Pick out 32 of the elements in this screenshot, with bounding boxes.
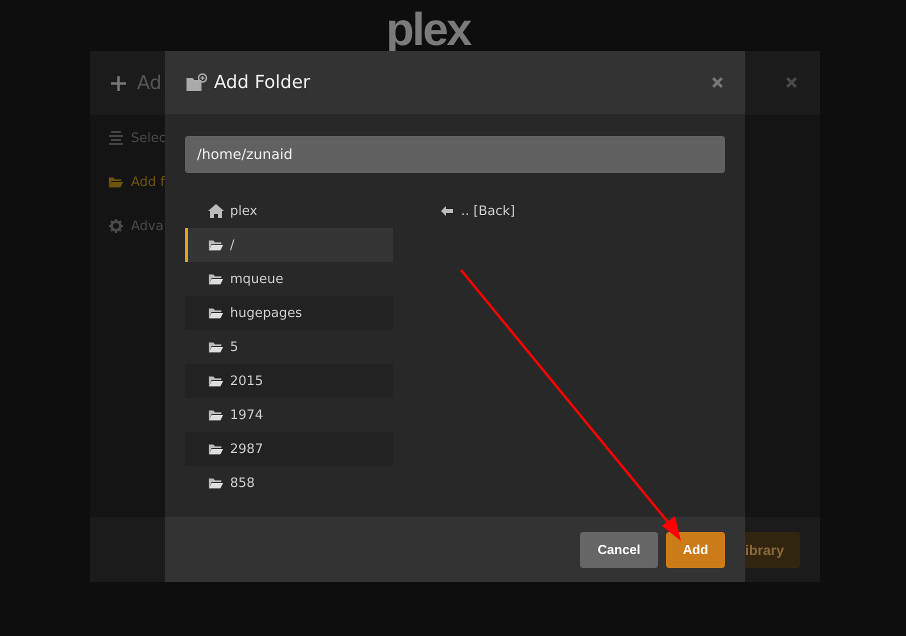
dialog-title: Add Folder bbox=[214, 72, 312, 93]
folder-icon bbox=[208, 408, 224, 422]
folder-icon bbox=[208, 272, 224, 286]
folder-item[interactable]: 2987 bbox=[185, 432, 393, 466]
folder-icon bbox=[208, 442, 224, 456]
folder-item[interactable]: 5 bbox=[185, 330, 393, 364]
close-icon[interactable] bbox=[711, 76, 724, 89]
arrow-left-icon bbox=[441, 206, 453, 216]
folder-icon bbox=[208, 238, 224, 252]
plus-icon bbox=[110, 74, 127, 92]
folder-item[interactable]: / bbox=[185, 228, 393, 262]
folder-icon bbox=[208, 476, 224, 490]
add-folder-icon bbox=[185, 72, 208, 92]
list-icon bbox=[108, 131, 124, 145]
close-icon[interactable] bbox=[785, 76, 798, 89]
folder-item[interactable]: 2015 bbox=[185, 364, 393, 398]
folder-icon bbox=[208, 340, 224, 354]
folder-icon bbox=[108, 175, 124, 189]
logo: plex bbox=[386, 6, 470, 52]
folder-item[interactable]: 858 bbox=[185, 466, 393, 500]
folder-item[interactable]: plex bbox=[185, 194, 393, 228]
back-link[interactable]: .. [Back] bbox=[441, 194, 516, 228]
folder-item[interactable]: hugepages bbox=[185, 296, 393, 330]
folder-icon bbox=[208, 306, 224, 320]
gear-icon bbox=[108, 219, 124, 233]
home-icon bbox=[208, 204, 224, 218]
path-field[interactable]: /home/zunaid bbox=[185, 136, 725, 173]
folder-icon bbox=[208, 374, 224, 388]
dialog-title: Ad bbox=[137, 72, 162, 94]
cancel-button[interactable]: Cancel bbox=[580, 532, 658, 568]
folder-item[interactable]: mqueue bbox=[185, 262, 393, 296]
folder-item[interactable]: 1974 bbox=[185, 398, 393, 432]
